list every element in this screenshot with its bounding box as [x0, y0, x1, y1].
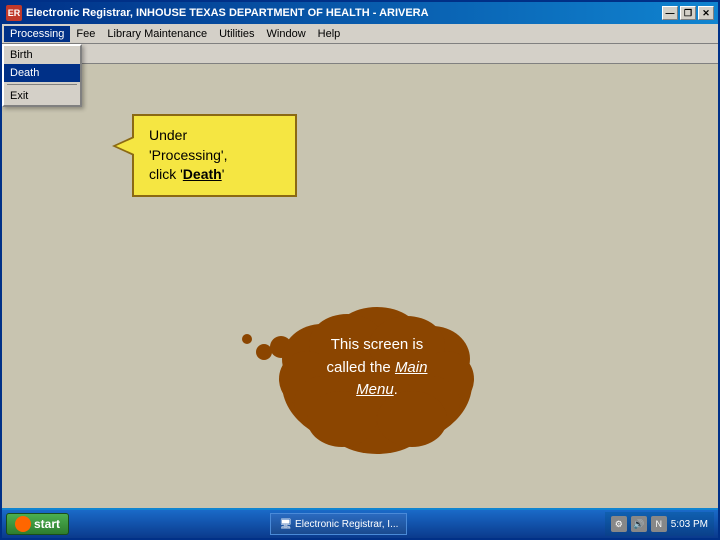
menu-item-window[interactable]: Window	[261, 26, 312, 42]
app-icon: ER	[6, 5, 22, 21]
menu-item-help[interactable]: Help	[312, 26, 347, 42]
close-button[interactable]: ✕	[698, 6, 714, 20]
taskbar: start 🖥 Electronic Registrar, I... ⚙ 🔊 N…	[2, 508, 718, 538]
title-bar: ER Electronic Registrar, INHOUSE TEXAS D…	[2, 2, 718, 24]
dropdown-separator	[7, 84, 77, 85]
url-bar: jsinfo.com	[2, 44, 718, 64]
taskbar-app-button[interactable]: 🖥 Electronic Registrar, I...	[270, 513, 407, 535]
window-title: Electronic Registrar, INHOUSE TEXAS DEPA…	[26, 7, 662, 19]
tray-icon-2: 🔊	[631, 516, 647, 532]
minimize-button[interactable]: —	[662, 6, 678, 20]
dropdown-item-death[interactable]: Death	[4, 64, 80, 82]
dropdown-item-exit[interactable]: Exit	[4, 87, 80, 105]
clock: 5:03 PM	[671, 519, 708, 530]
taskbar-app-label: Electronic Registrar, I...	[295, 519, 398, 530]
tray-icon-3: N	[651, 516, 667, 532]
taskbar-tray: ⚙ 🔊 N 5:03 PM	[605, 512, 714, 536]
title-buttons: — ❐ ✕	[662, 6, 714, 20]
menu-item-utilities[interactable]: Utilities	[213, 26, 260, 42]
start-button[interactable]: start	[6, 513, 69, 535]
thought-dot-1	[242, 334, 252, 344]
speech-bubble: Under 'Processing', click 'Death'	[132, 114, 297, 197]
menu-item-fee[interactable]: Fee	[70, 26, 101, 42]
dropdown-item-birth[interactable]: Birth	[4, 46, 80, 64]
restore-button[interactable]: ❐	[680, 6, 696, 20]
start-label: start	[34, 517, 60, 531]
taskbar-app-icon: 🖥	[279, 519, 292, 530]
main-content: Under 'Processing', click 'Death'	[2, 64, 718, 508]
menu-item-processing[interactable]: Processing	[4, 26, 70, 42]
menu-bar: Processing Fee Library Maintenance Utili…	[2, 24, 718, 44]
menu-item-library-maintenance[interactable]: Library Maintenance	[101, 26, 213, 42]
tray-icon-1: ⚙	[611, 516, 627, 532]
thought-cloud: This screen is called the MainMenu.	[267, 304, 487, 464]
processing-dropdown: Birth Death Exit	[2, 44, 82, 107]
speech-text: Under 'Processing', click 'Death'	[149, 127, 228, 182]
main-window: ER Electronic Registrar, INHOUSE TEXAS D…	[0, 0, 720, 540]
start-icon	[15, 516, 31, 532]
